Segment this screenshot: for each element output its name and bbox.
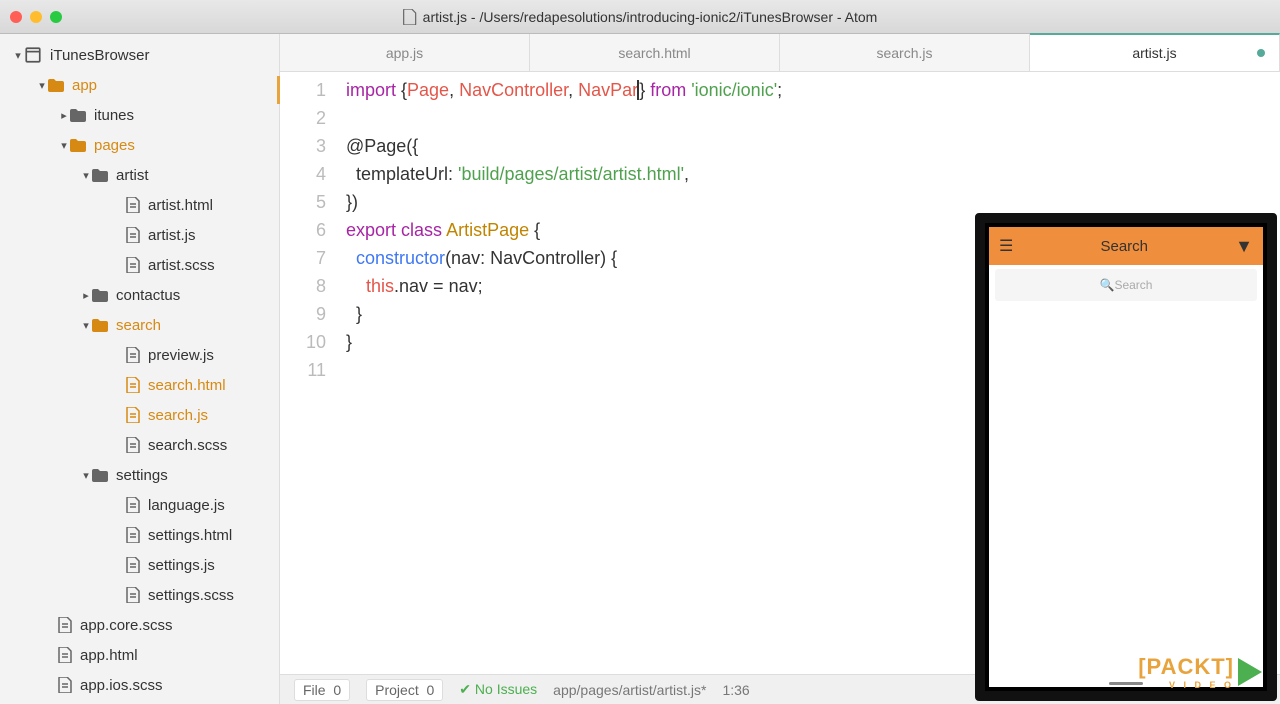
tree-folder-itunes[interactable]: ▸itunes [0, 100, 279, 130]
tab-artist-js[interactable]: artist.js [1030, 33, 1280, 71]
line-numbers: 1234567891011 [280, 72, 338, 674]
editor-tabs: app.js search.html search.js artist.js [280, 34, 1280, 72]
tree-file[interactable]: settings.html [0, 520, 279, 550]
modified-dot-icon [1257, 49, 1265, 57]
file-icon [58, 647, 72, 663]
tree-file[interactable]: settings.scss [0, 580, 279, 610]
tree-file[interactable]: app.ios.scss [0, 670, 279, 700]
tree-folder-app[interactable]: ▾app [0, 70, 279, 100]
folder-icon [92, 169, 108, 182]
file-icon [58, 617, 72, 633]
preview-title: Search [1100, 238, 1148, 255]
window-title: artist.js - /Users/redapesolutions/intro… [403, 9, 878, 25]
tree-folder-artist[interactable]: ▾artist [0, 160, 279, 190]
tab-search-js[interactable]: search.js [780, 34, 1030, 71]
chevron-right-icon: ▸ [58, 109, 70, 122]
file-icon [126, 437, 140, 453]
tree-root[interactable]: ▾iTunesBrowser [0, 40, 279, 70]
tree-file[interactable]: artist.scss [0, 250, 279, 280]
file-icon [403, 9, 417, 25]
chevron-down-icon: ▾ [58, 139, 70, 152]
file-icon [126, 377, 140, 393]
preview-header: ☰ Search ▼ [989, 227, 1263, 265]
filter-icon[interactable]: ▼ [1235, 236, 1253, 257]
status-project-count[interactable]: Project 0 [366, 679, 443, 701]
packt-logo: [PACKT]V I D E O [1138, 654, 1262, 690]
chevron-down-icon: ▾ [80, 169, 92, 182]
play-icon [1238, 658, 1262, 686]
chevron-down-icon: ▾ [12, 49, 24, 62]
chevron-right-icon: ▸ [80, 289, 92, 302]
tab-app-js[interactable]: app.js [280, 34, 530, 71]
chevron-down-icon: ▾ [80, 469, 92, 482]
chevron-down-icon: ▾ [36, 79, 48, 92]
tree-file[interactable]: app.html [0, 640, 279, 670]
tree-file[interactable]: search.scss [0, 430, 279, 460]
folder-icon [92, 319, 108, 332]
close-window-button[interactable] [10, 11, 22, 23]
file-icon [126, 227, 140, 243]
tree-folder-search[interactable]: ▾search [0, 310, 279, 340]
repo-icon [24, 46, 42, 64]
file-tree-sidebar[interactable]: ▾iTunesBrowser ▾app ▸itunes ▾pages ▾arti… [0, 34, 280, 704]
status-file-count[interactable]: File 0 [294, 679, 350, 701]
tree-folder-contactus[interactable]: ▸contactus [0, 280, 279, 310]
folder-icon [92, 289, 108, 302]
window-controls [10, 11, 62, 23]
tree-file[interactable]: artist.html [0, 190, 279, 220]
tree-file[interactable]: language.js [0, 490, 279, 520]
device-preview: ☰ Search ▼ 🔍 Search [975, 213, 1277, 701]
folder-icon [48, 79, 64, 92]
folder-icon [70, 139, 86, 152]
minimize-window-button[interactable] [30, 11, 42, 23]
tree-file[interactable]: artist.js [0, 220, 279, 250]
status-path: app/pages/artist/artist.js* [553, 682, 706, 698]
file-icon [126, 407, 140, 423]
file-icon [126, 527, 140, 543]
file-icon [126, 257, 140, 273]
menu-icon[interactable]: ☰ [999, 236, 1013, 256]
status-issues[interactable]: ✔ No Issues [459, 681, 537, 698]
tree-file[interactable]: app.core.scss [0, 610, 279, 640]
tab-search-html[interactable]: search.html [530, 34, 780, 71]
file-icon [126, 497, 140, 513]
status-cursor-pos[interactable]: 1:36 [722, 682, 749, 698]
folder-icon [70, 109, 86, 122]
tree-file[interactable]: preview.js [0, 340, 279, 370]
titlebar: artist.js - /Users/redapesolutions/intro… [0, 0, 1280, 34]
file-icon [126, 587, 140, 603]
file-icon [58, 677, 72, 693]
tree-folder-settings[interactable]: ▾settings [0, 460, 279, 490]
file-icon [126, 197, 140, 213]
maximize-window-button[interactable] [50, 11, 62, 23]
tree-folder-pages[interactable]: ▾pages [0, 130, 279, 160]
tree-file[interactable]: search.html [0, 370, 279, 400]
tree-file[interactable]: search.js [0, 400, 279, 430]
folder-icon [92, 469, 108, 482]
preview-search-input[interactable]: 🔍 Search [995, 269, 1257, 301]
chevron-down-icon: ▾ [80, 319, 92, 332]
tree-file[interactable]: settings.js [0, 550, 279, 580]
file-icon [126, 557, 140, 573]
file-icon [126, 347, 140, 363]
